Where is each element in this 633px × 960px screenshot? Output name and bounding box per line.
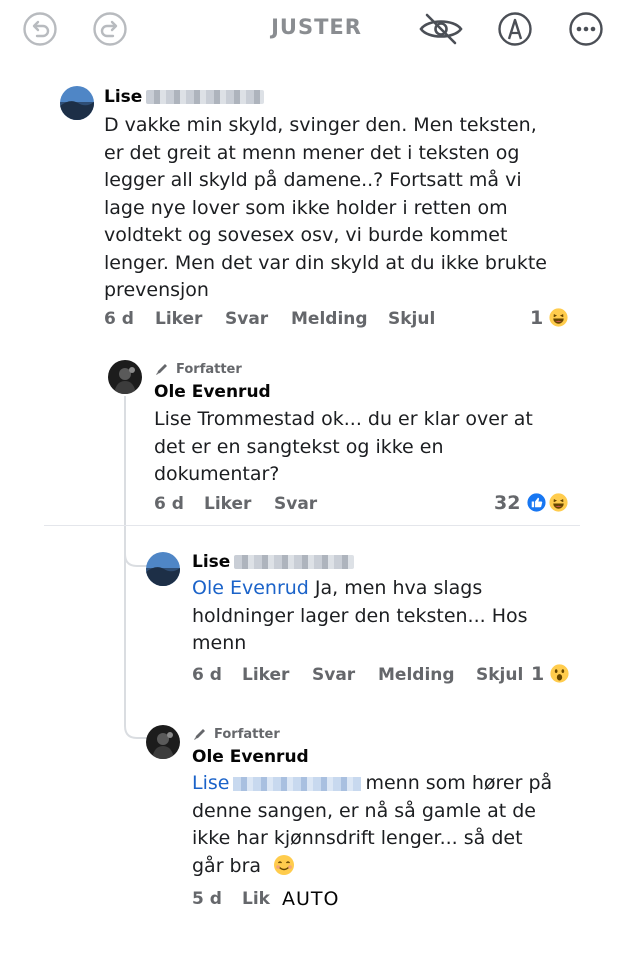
page-title: JUSTER: [271, 15, 362, 39]
haha-emoji-icon[interactable]: [548, 492, 569, 513]
timestamp[interactable]: 6 d: [154, 494, 184, 514]
author-badge: Forfatter: [176, 362, 242, 377]
reaction-count[interactable]: 1: [530, 307, 543, 329]
comment-actions: 6 d Liker Svar: [154, 494, 454, 516]
pen-icon: [194, 729, 205, 740]
smiling-face-emoji-icon: [274, 854, 295, 875]
redacted-name: [234, 555, 354, 569]
redacted-name: [146, 90, 264, 104]
like-button[interactable]: Liker: [155, 309, 202, 329]
redacted-name: [233, 776, 362, 791]
comment-line: voldtekt og sovesex osv, vi burde kommet: [104, 224, 508, 246]
reply-button[interactable]: Svar: [312, 665, 355, 685]
like-button[interactable]: Liker: [242, 665, 289, 685]
comment-author[interactable]: Lise: [104, 87, 142, 107]
comment-line: Lise menn som hører på: [192, 770, 552, 798]
timestamp[interactable]: 6 d: [104, 309, 134, 329]
comment-line: Ole Evenrud Ja, men hva slags: [192, 575, 528, 603]
comment-text: Lise menn som hører på denne sangen, er n…: [192, 770, 552, 880]
avatar[interactable]: [60, 86, 94, 120]
comment-actions: 6 d Liker Svar Melding Skjul: [192, 665, 532, 687]
comment-line: denne sangen, er nå så gamle at de: [192, 799, 536, 822]
reaction-count[interactable]: 1: [531, 663, 544, 685]
like-button[interactable]: Liker: [204, 494, 251, 514]
reaction-count[interactable]: 32: [494, 492, 520, 514]
comment-line-text: går bra: [192, 854, 262, 877]
comment-line-rest: Ja, men hva slags: [308, 577, 483, 599]
pen-icon: [156, 364, 167, 375]
comment-line: dokumentar?: [154, 463, 280, 485]
comment-text: Lise Trommestad ok... du er klar over at…: [154, 406, 533, 489]
comment-line: holdninger lager den teksten... Hos: [192, 604, 528, 627]
hide-button[interactable]: Skjul: [476, 665, 523, 685]
comment-line: går bra: [192, 853, 552, 881]
reply-button[interactable]: Svar: [274, 494, 317, 514]
comment-text: D vakke min skyld, svinger den. Men teks…: [104, 112, 547, 305]
avatar[interactable]: [146, 725, 180, 759]
comment-line-rest: menn som hører på: [365, 772, 553, 794]
divider: [44, 525, 580, 526]
message-button[interactable]: Melding: [378, 665, 455, 685]
comment-line: er det greit at menn mener det i teksten…: [104, 141, 520, 164]
more-options-icon[interactable]: [568, 11, 604, 47]
comment-author[interactable]: Ole Evenrud: [154, 382, 271, 402]
avatar[interactable]: [108, 360, 142, 394]
mention-link[interactable]: Lise: [192, 772, 229, 794]
comment-line: menn: [192, 632, 247, 654]
comment-line: lage nye lover som ikke holder i retten …: [104, 196, 508, 219]
comment-line: legger all skyld på damene..? Fortsatt m…: [104, 169, 522, 191]
comment-line: det er en sangtekst og ikke en: [154, 435, 444, 458]
hide-button[interactable]: Skjul: [388, 309, 435, 329]
haha-emoji-icon[interactable]: [548, 307, 569, 328]
editor-toolbar: JUSTER: [0, 0, 633, 60]
timestamp[interactable]: 6 d: [192, 665, 222, 685]
comment-line: D vakke min skyld, svinger den. Men teks…: [104, 114, 537, 136]
comment-text: Ole Evenrud Ja, men hva slags holdninger…: [192, 575, 528, 658]
avatar[interactable]: [146, 552, 180, 586]
like-reaction-icon[interactable]: [526, 492, 547, 513]
comment-line: prevensjon: [104, 279, 209, 301]
author-badge: Forfatter: [214, 727, 280, 742]
comment-author[interactable]: Lise: [192, 552, 230, 572]
comment-author[interactable]: Ole Evenrud: [192, 747, 309, 767]
comment-line: ikke har kjønnsdrift lenger... så det: [192, 827, 523, 849]
comment-line: Lise Trommestad ok... du er klar over at: [154, 408, 533, 430]
comment-actions: 6 d Liker Svar Melding Skjul: [104, 309, 544, 331]
comment-line: lenger. Men det var din skyld at du ikke…: [104, 251, 547, 274]
auto-label[interactable]: AUTO: [282, 888, 339, 910]
wow-emoji-icon[interactable]: [549, 663, 570, 684]
message-button[interactable]: Melding: [291, 309, 368, 329]
markup-pen-icon[interactable]: [497, 11, 533, 47]
hide-eye-icon[interactable]: [418, 11, 464, 47]
like-button[interactable]: Lik: [242, 889, 270, 909]
timestamp[interactable]: 5 d: [192, 889, 222, 909]
mention-link[interactable]: Ole Evenrud: [192, 577, 309, 599]
reply-button[interactable]: Svar: [225, 309, 268, 329]
